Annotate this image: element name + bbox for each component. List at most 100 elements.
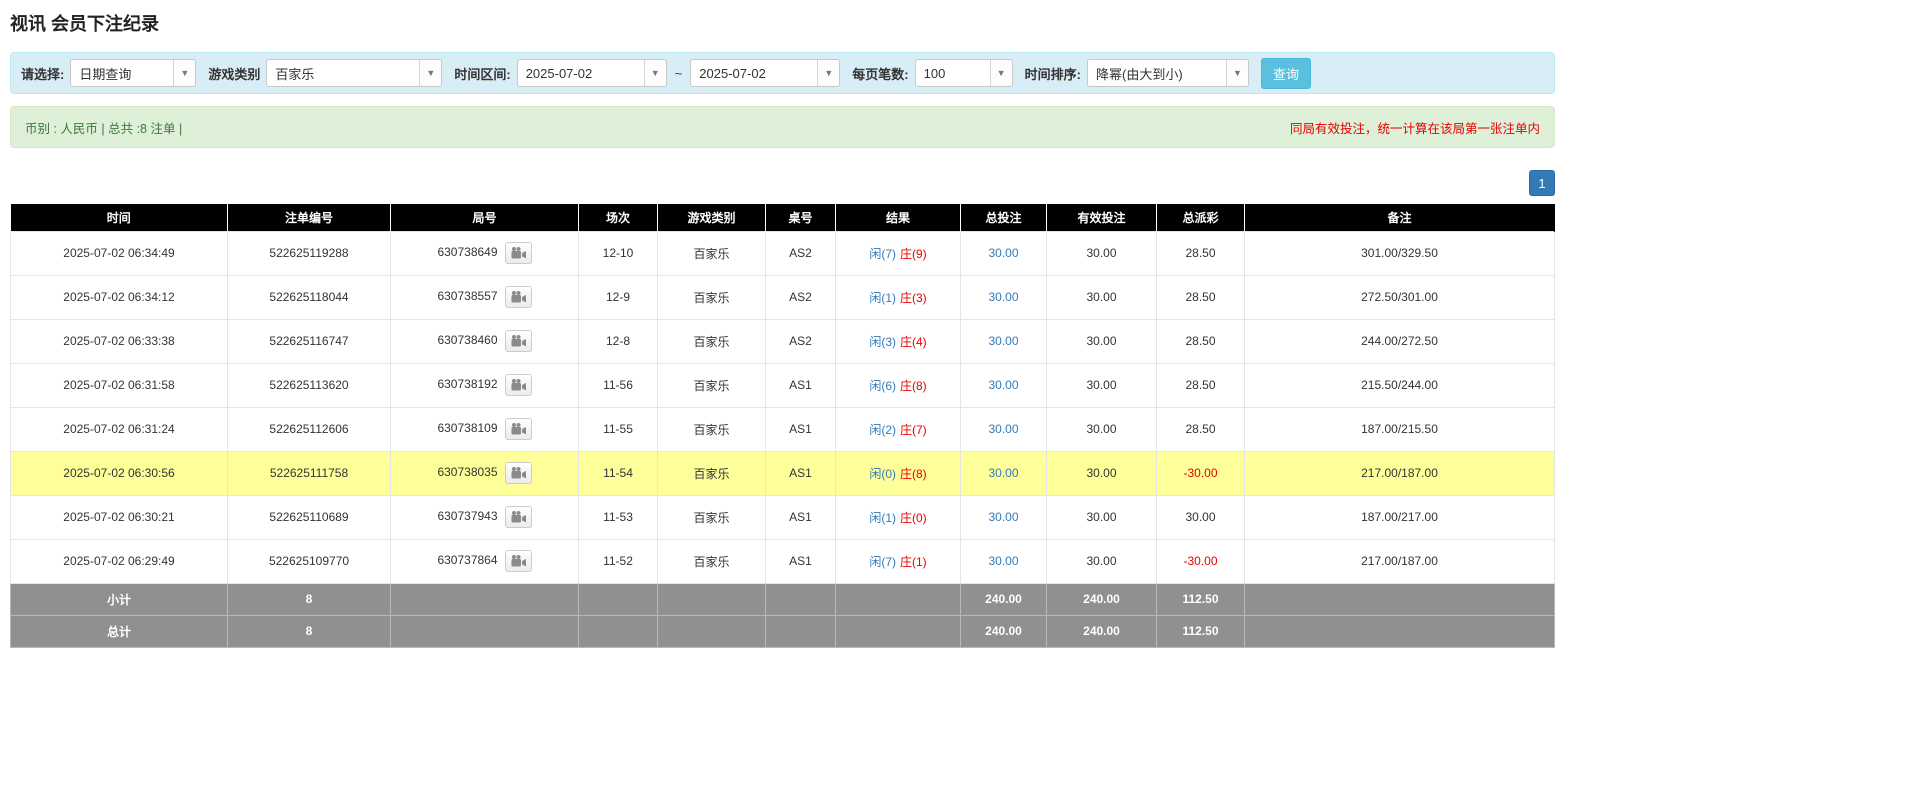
chevron-down-icon[interactable]: ▼ — [644, 60, 666, 86]
video-replay-button[interactable] — [505, 330, 532, 352]
table-row[interactable]: 2025-07-02 06:34:49 522625119288 6307386… — [11, 231, 1555, 275]
subtotal-valid-bet: 240.00 — [1047, 583, 1157, 615]
result-player: 闲(6) — [869, 379, 896, 393]
total-bet-link[interactable]: 30.00 — [988, 510, 1018, 524]
total-bet-link[interactable]: 30.00 — [988, 554, 1018, 568]
date-from-select[interactable]: 2025-07-02 ▼ — [517, 59, 667, 87]
table-no-cell: AS1 — [766, 539, 836, 583]
chevron-down-icon[interactable]: ▼ — [1226, 60, 1248, 86]
round-id-cell: 630738192 — [391, 363, 579, 407]
query-type-value: 日期查询 — [71, 60, 173, 86]
video-camera-icon — [511, 291, 526, 303]
time-sort-label: 时间排序: — [1025, 64, 1081, 83]
video-camera-icon — [511, 423, 526, 435]
valid-bet-cell: 30.00 — [1047, 451, 1157, 495]
video-replay-button[interactable] — [505, 242, 532, 264]
table-row[interactable]: 2025-07-02 06:31:24 522625112606 6307381… — [11, 407, 1555, 451]
col-header-remark: 备注 — [1245, 204, 1555, 231]
video-replay-button[interactable] — [505, 506, 532, 528]
result-banker: 庄(3) — [900, 291, 927, 305]
result-banker: 庄(8) — [900, 467, 927, 481]
remark-cell: 187.00/217.00 — [1245, 495, 1555, 539]
total-row: 总计 8 240.00 240.00 112.50 — [11, 615, 1555, 647]
time-sort-select[interactable]: 降幂(由大到小) ▼ — [1087, 59, 1249, 87]
bet-id-cell: 522625118044 — [228, 275, 391, 319]
time-cell: 2025-07-02 06:31:58 — [11, 363, 228, 407]
total-bet-link[interactable]: 30.00 — [988, 378, 1018, 392]
payout-cell: 28.50 — [1157, 319, 1245, 363]
session-cell: 12-10 — [579, 231, 658, 275]
payout-cell: 28.50 — [1157, 275, 1245, 319]
total-bet-cell: 30.00 — [961, 231, 1047, 275]
page-size-select[interactable]: 100 ▼ — [915, 59, 1013, 87]
chevron-down-icon[interactable]: ▼ — [817, 60, 839, 86]
chevron-down-icon[interactable]: ▼ — [990, 60, 1012, 86]
subtotal-row: 小计 8 240.00 240.00 112.50 — [11, 583, 1555, 615]
remark-cell: 217.00/187.00 — [1245, 539, 1555, 583]
range-separator: ~ — [675, 66, 683, 81]
total-bet-link[interactable]: 30.00 — [988, 422, 1018, 436]
query-button[interactable]: 查询 — [1261, 58, 1311, 89]
time-cell: 2025-07-02 06:29:49 — [11, 539, 228, 583]
table-row[interactable]: 2025-07-02 06:30:56 522625111758 6307380… — [11, 451, 1555, 495]
result-cell: 闲(1)庄(3) — [836, 275, 961, 319]
page-size-label: 每页笔数: — [852, 64, 908, 83]
bet-records-table: 时间 注单编号 局号 场次 游戏类别 桌号 结果 总投注 有效投注 总派彩 备注… — [10, 204, 1555, 648]
chevron-down-icon[interactable]: ▼ — [173, 60, 195, 86]
round-id: 630738649 — [437, 245, 497, 259]
round-id: 630737864 — [437, 553, 497, 567]
round-id-cell: 630738109 — [391, 407, 579, 451]
payout-cell: 28.50 — [1157, 363, 1245, 407]
game-type-select[interactable]: 百家乐 ▼ — [266, 59, 442, 87]
query-type-select[interactable]: 日期查询 ▼ — [70, 59, 196, 87]
time-cell: 2025-07-02 06:33:38 — [11, 319, 228, 363]
total-bet-link[interactable]: 30.00 — [988, 466, 1018, 480]
valid-bet-notice: 同局有效投注，统一计算在该局第一张注单内 — [1290, 118, 1540, 137]
video-replay-button[interactable] — [505, 374, 532, 396]
page-button-1[interactable]: 1 — [1529, 170, 1555, 196]
subtotal-total-bet: 240.00 — [961, 583, 1047, 615]
session-cell: 11-55 — [579, 407, 658, 451]
video-replay-button[interactable] — [505, 286, 532, 308]
round-id: 630738035 — [437, 465, 497, 479]
bet-id-cell: 522625109770 — [228, 539, 391, 583]
valid-bet-cell: 30.00 — [1047, 495, 1157, 539]
round-id-cell: 630737943 — [391, 495, 579, 539]
col-header-game-type: 游戏类别 — [658, 204, 766, 231]
bet-id-cell: 522625110689 — [228, 495, 391, 539]
result-cell: 闲(2)庄(7) — [836, 407, 961, 451]
date-to-select[interactable]: 2025-07-02 ▼ — [690, 59, 840, 87]
total-bet-link[interactable]: 30.00 — [988, 246, 1018, 260]
col-header-result: 结果 — [836, 204, 961, 231]
table-row[interactable]: 2025-07-02 06:29:49 522625109770 6307378… — [11, 539, 1555, 583]
game-type-cell: 百家乐 — [658, 451, 766, 495]
total-payout: 112.50 — [1157, 615, 1245, 647]
time-cell: 2025-07-02 06:31:24 — [11, 407, 228, 451]
result-banker: 庄(9) — [900, 247, 927, 261]
video-replay-button[interactable] — [505, 418, 532, 440]
result-cell: 闲(1)庄(0) — [836, 495, 961, 539]
table-header-row: 时间 注单编号 局号 场次 游戏类别 桌号 结果 总投注 有效投注 总派彩 备注 — [11, 204, 1555, 231]
table-row[interactable]: 2025-07-02 06:33:38 522625116747 6307384… — [11, 319, 1555, 363]
game-type-value: 百家乐 — [267, 60, 419, 86]
table-no-cell: AS1 — [766, 407, 836, 451]
bet-id-cell: 522625113620 — [228, 363, 391, 407]
session-cell: 12-9 — [579, 275, 658, 319]
subtotal-label: 小计 — [11, 583, 228, 615]
bet-id-cell: 522625112606 — [228, 407, 391, 451]
chevron-down-icon[interactable]: ▼ — [419, 60, 441, 86]
time-range-label: 时间区间: — [454, 64, 510, 83]
result-player: 闲(3) — [869, 335, 896, 349]
video-replay-button[interactable] — [505, 462, 532, 484]
table-row[interactable]: 2025-07-02 06:30:21 522625110689 6307379… — [11, 495, 1555, 539]
video-replay-button[interactable] — [505, 550, 532, 572]
total-bet-link[interactable]: 30.00 — [988, 290, 1018, 304]
total-bet-link[interactable]: 30.00 — [988, 334, 1018, 348]
total-bet-cell: 30.00 — [961, 451, 1047, 495]
session-cell: 12-8 — [579, 319, 658, 363]
game-type-label: 游戏类别 — [208, 64, 260, 83]
table-row[interactable]: 2025-07-02 06:34:12 522625118044 6307385… — [11, 275, 1555, 319]
table-row[interactable]: 2025-07-02 06:31:58 522625113620 6307381… — [11, 363, 1555, 407]
video-camera-icon — [511, 335, 526, 347]
time-sort-value: 降幂(由大到小) — [1088, 60, 1226, 86]
